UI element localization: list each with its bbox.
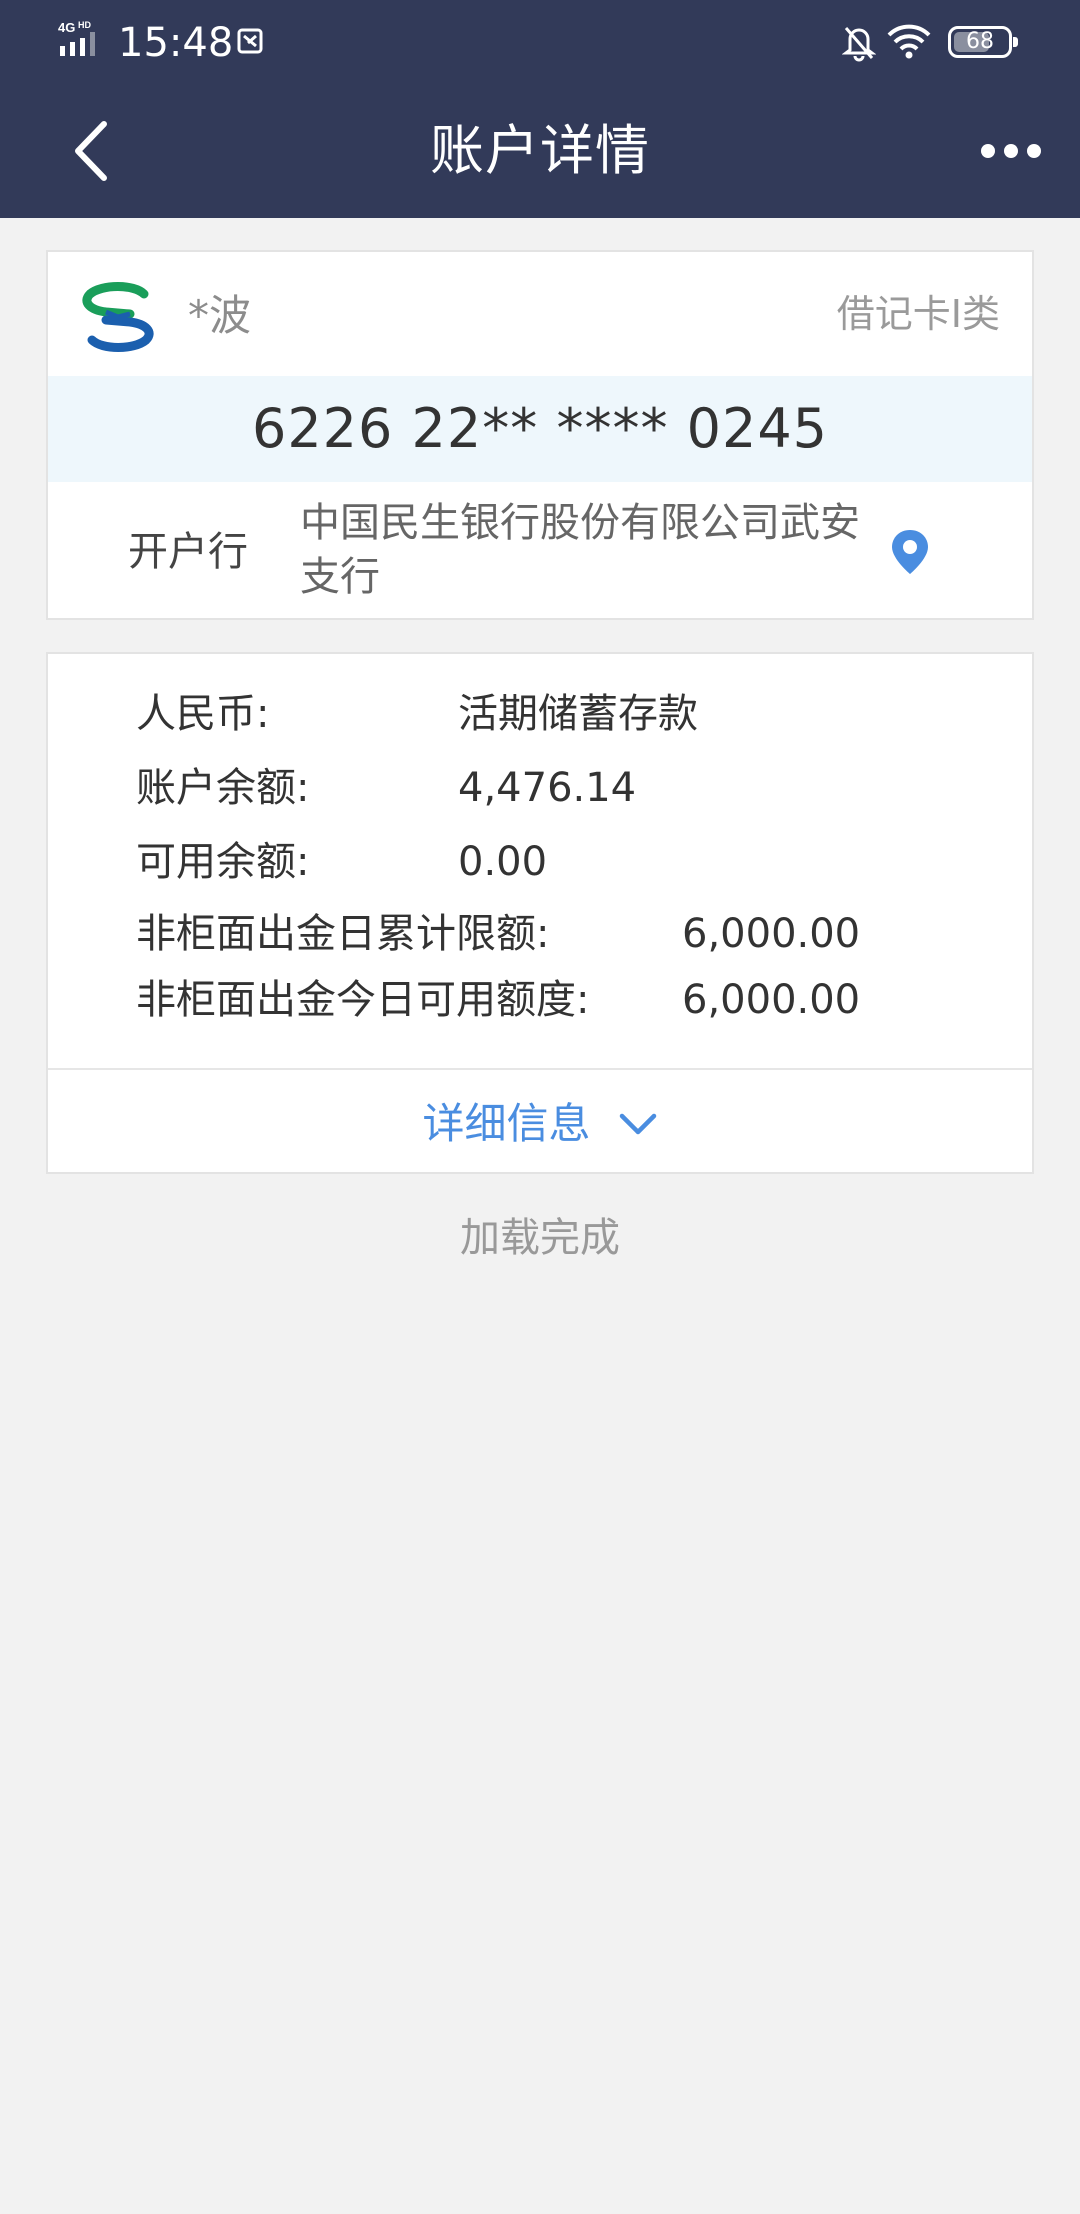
battery-icon: 68 [948,26,1018,58]
detail-info-button[interactable]: 详细信息 [48,1086,1032,1162]
mute-bell-icon [842,27,876,62]
account-card[interactable]: *波 借记卡I类 6226 22** **** 0245 开户行 中国民生银行股… [46,250,1034,620]
available-balance-label: 可用余额: [136,839,310,885]
card-number: 6226 22** **** 0245 [251,397,829,460]
bank-label: 开户行 [128,529,248,575]
nav-bar: 账户详情 [0,86,1080,218]
status-time: 15:48 [118,20,234,66]
daily-limit-label: 非柜面出金日累计限额: [136,911,550,957]
battery-level: 68 [966,29,994,54]
card-divider [48,1068,1032,1070]
bank-name: 中国民生银行股份有限公司武安支行 [300,500,860,600]
daily-limit-value: 6,000.00 [682,911,861,957]
screenshot-icon [237,28,263,54]
more-icon[interactable] [976,134,1046,168]
today-available-value: 6,000.00 [682,977,861,1023]
svg-text:HD: HD [78,20,91,30]
page-title: 账户详情 [430,119,650,182]
account-balance-value: 4,476.14 [458,765,637,811]
load-status-text: 加载完成 [460,1215,620,1261]
signal-icon: 4G HD [58,20,95,56]
account-holder-name: *波 [188,291,252,340]
detail-info-label: 详细信息 [422,1099,591,1148]
status-bar: 4G HD 15:48 68 [0,0,1080,86]
currency-label: 人民币: [136,691,270,737]
balance-card: 人民币: 活期储蓄存款 账户余额: 4,476.14 可用余额: 0.00 非柜… [46,652,1034,1174]
available-balance-value: 0.00 [458,839,548,885]
account-balance-label: 账户余额: [136,765,310,811]
bank-logo-icon [82,282,154,352]
svg-text:4G: 4G [58,20,75,35]
card-type: 借记卡I类 [836,292,1000,336]
currency-value: 活期储蓄存款 [458,691,698,737]
location-pin-icon[interactable] [890,528,930,576]
chevron-down-icon [619,1113,656,1135]
today-available-label: 非柜面出金今日可用额度: [136,977,590,1023]
wifi-icon [887,24,931,59]
card-number-band: 6226 22** **** 0245 [48,376,1032,482]
